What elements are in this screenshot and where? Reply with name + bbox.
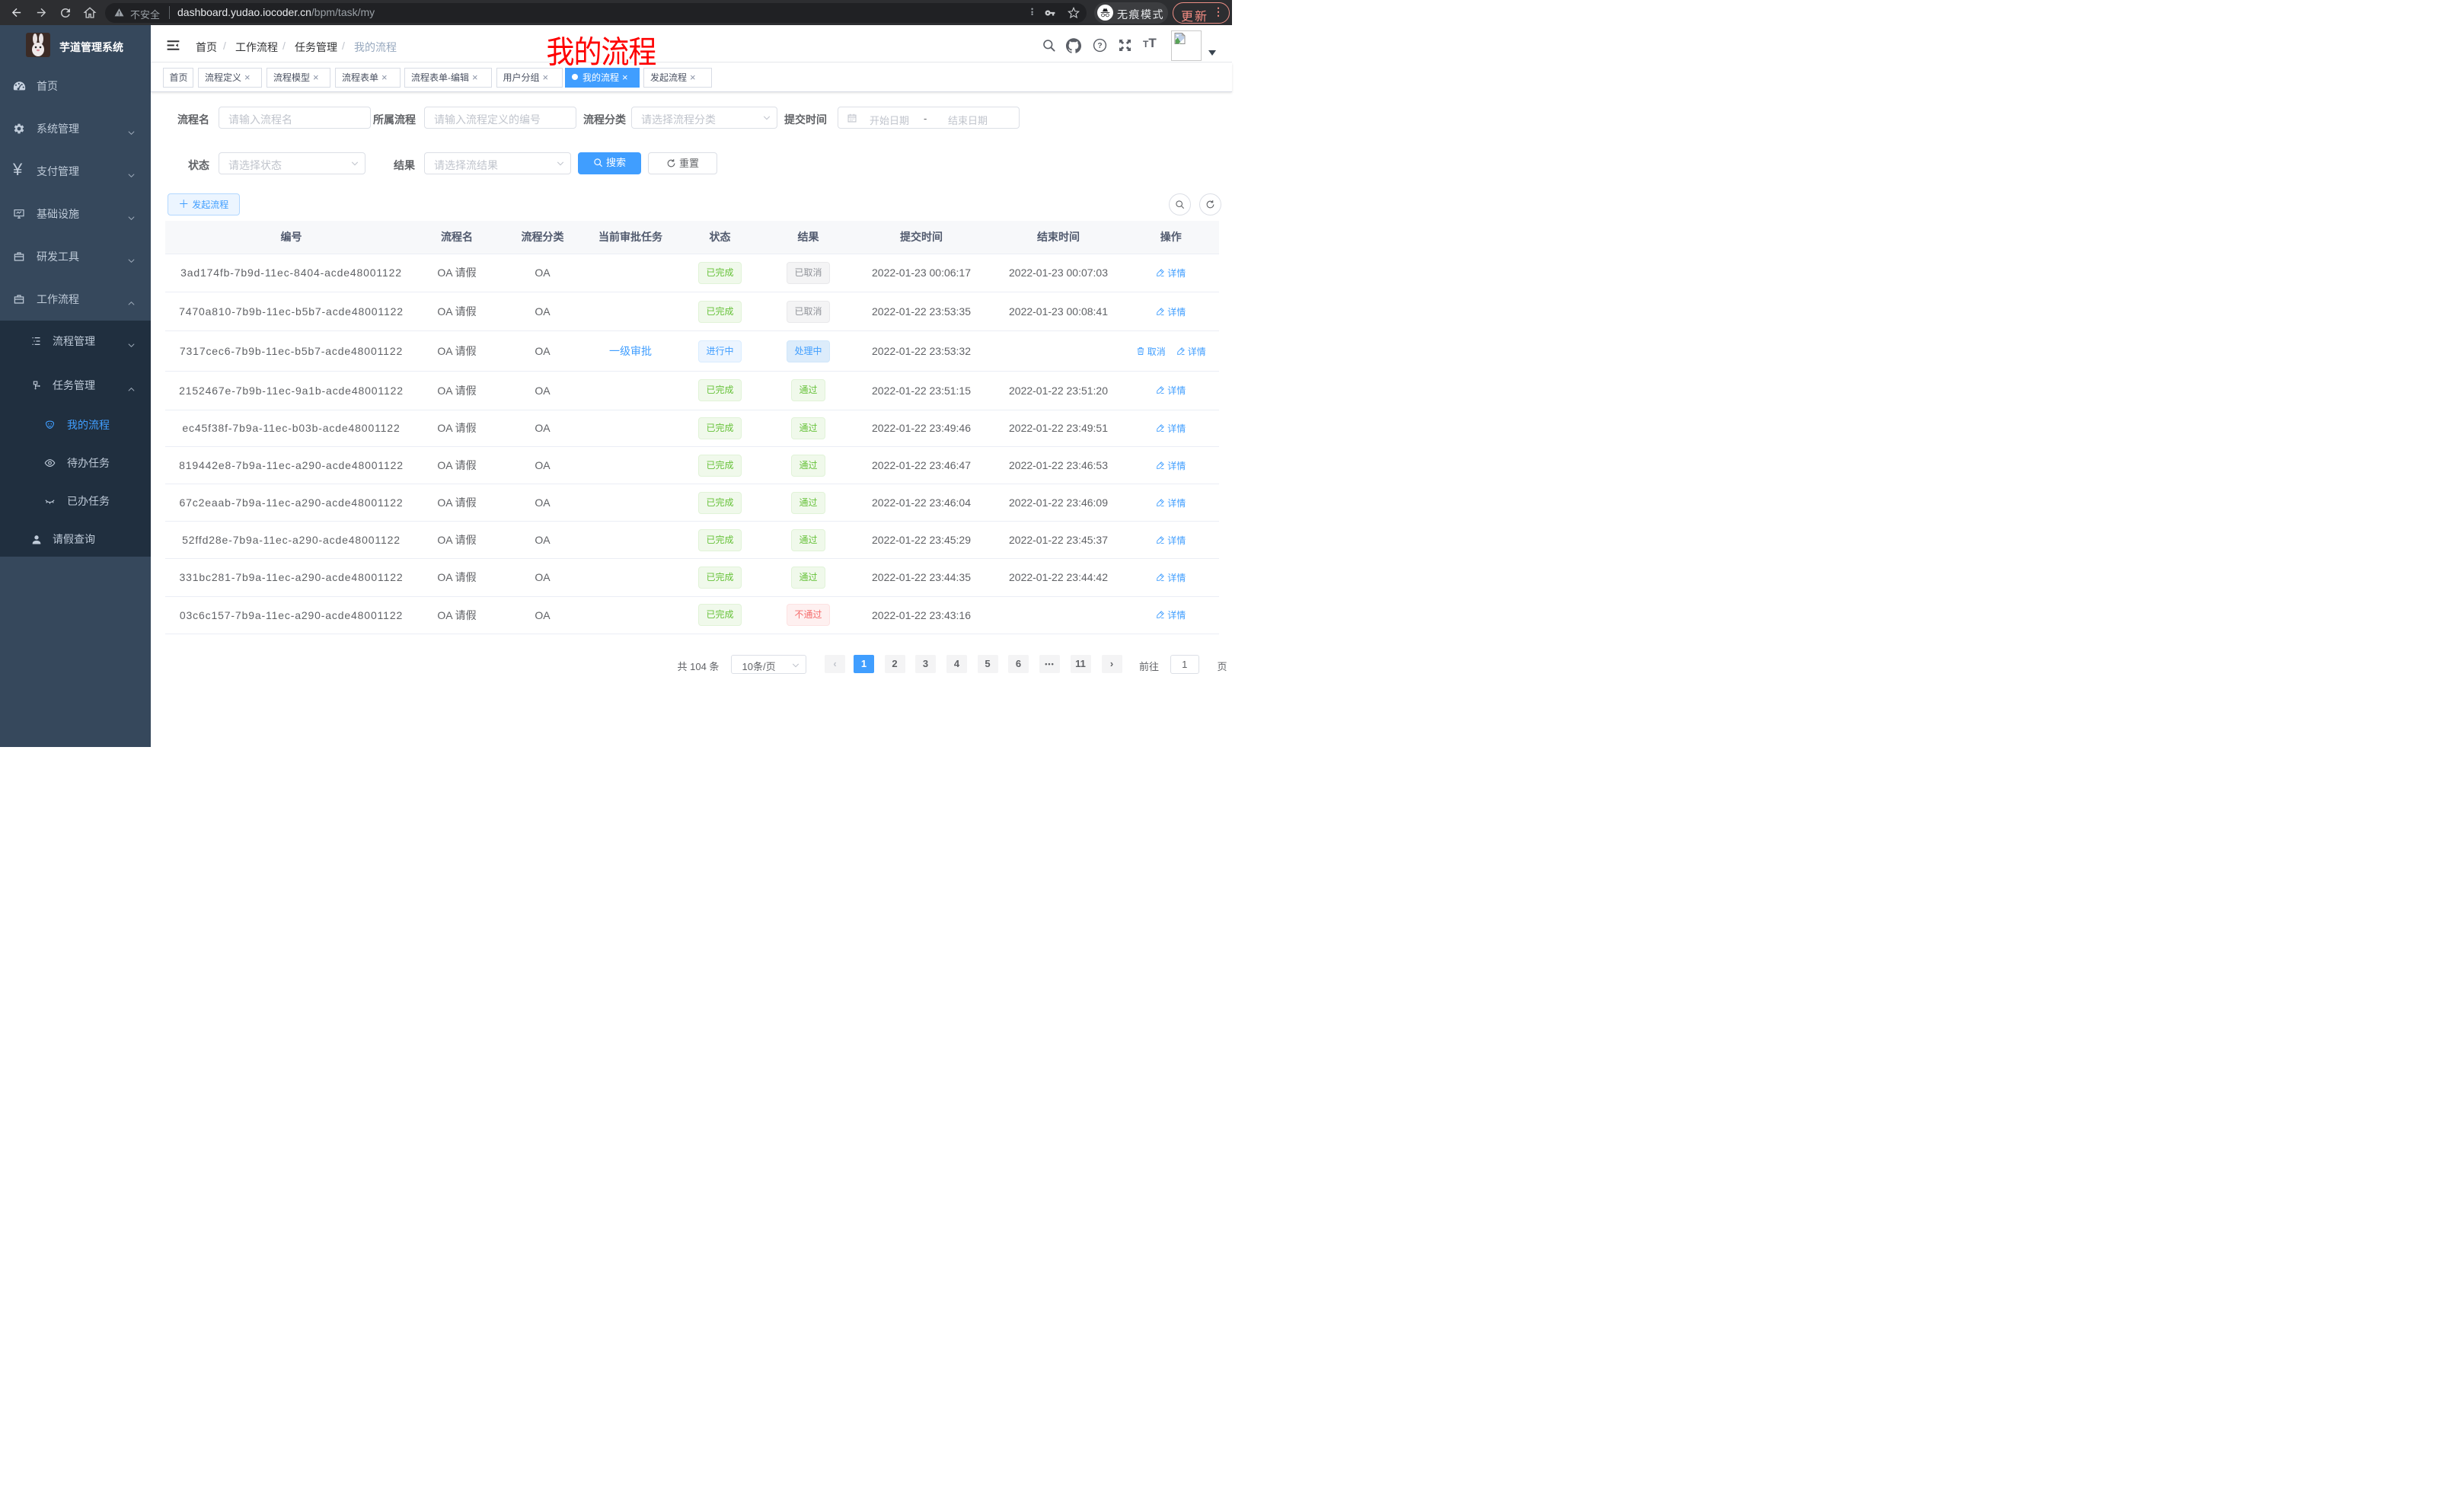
- svg-text:?: ?: [1097, 42, 1102, 50]
